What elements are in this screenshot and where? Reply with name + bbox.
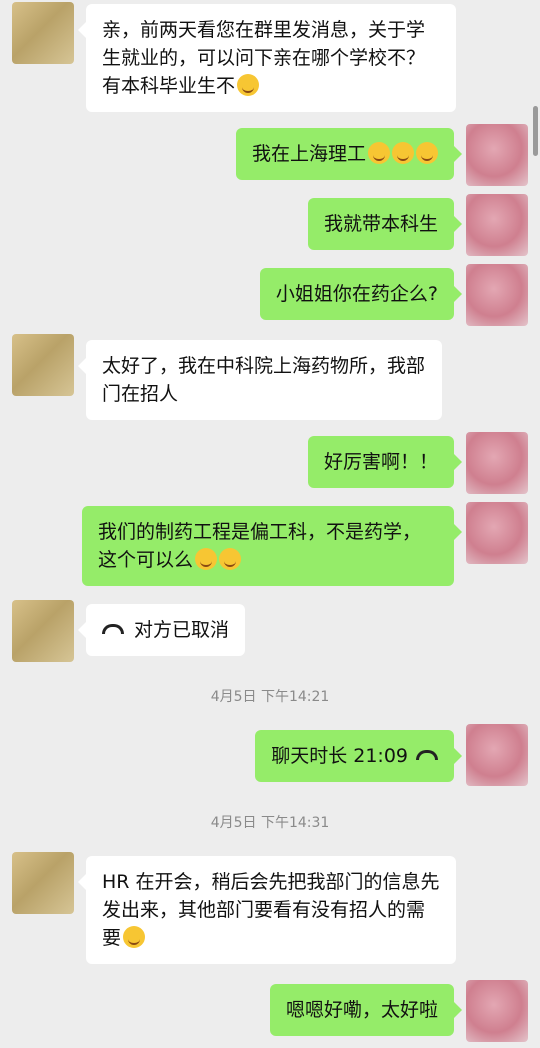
contact-avatar[interactable]	[12, 600, 74, 662]
smile-emoji-icon	[237, 74, 260, 96]
message-text: 聊天时长 21:09	[271, 745, 408, 767]
user-avatar[interactable]	[466, 502, 528, 564]
message-bubble[interactable]: 好厉害啊！！	[307, 436, 463, 488]
message-text: 太好了，我在中科院上海药物所，我部门在招人	[102, 355, 426, 405]
smile-emoji-icon	[123, 926, 146, 948]
call-bubble[interactable]: 聊天时长 21:09	[255, 730, 462, 782]
laugh-cry-emoji-icon	[195, 548, 218, 570]
thinking-emoji-icon	[392, 142, 414, 164]
thinking-emoji-icon	[416, 142, 438, 164]
phone-hangup-icon	[102, 624, 124, 634]
timestamp: 4月5日 下午14:31	[210, 815, 330, 831]
message-bubble[interactable]: 嗯嗯好嘞，太好啦	[269, 984, 463, 1036]
chat-window: 亲，前两天看您在群里发消息，关于学生就业的，可以问下亲在哪个学校不？有本科毕业生…	[0, 0, 540, 1048]
message-text: 对方已取消	[134, 619, 230, 641]
message-text: HR 在开会，稍后会先把我部门的信息先发出来，其他部门要看有没有招人的需要	[102, 871, 440, 949]
message-bubble[interactable]: 我在上海理工	[235, 128, 463, 180]
scrollbar[interactable]	[533, 106, 538, 156]
user-avatar[interactable]	[466, 432, 528, 494]
thinking-emoji-icon	[368, 142, 390, 164]
user-avatar[interactable]	[466, 264, 528, 326]
user-avatar[interactable]	[466, 124, 528, 186]
user-avatar[interactable]	[466, 194, 528, 256]
contact-avatar[interactable]	[12, 334, 74, 396]
message-bubble[interactable]: 我们的制药工程是偏工科，不是药学，这个可以么	[82, 506, 462, 586]
contact-avatar[interactable]	[12, 852, 74, 914]
message-bubble[interactable]: 我就带本科生	[307, 198, 463, 250]
message-bubble[interactable]: 小姐姐你在药企么?	[259, 268, 463, 320]
contact-avatar[interactable]	[12, 2, 74, 64]
message-text: 小姐姐你在药企么?	[275, 283, 438, 305]
message-text: 亲，前两天看您在群里发消息，关于学生就业的，可以问下亲在哪个学校不？有本科毕业生…	[102, 19, 426, 97]
message-text: 好厉害啊！！	[323, 451, 438, 473]
user-avatar[interactable]	[466, 980, 528, 1042]
laugh-cry-emoji-icon	[219, 548, 242, 570]
user-avatar[interactable]	[466, 724, 528, 786]
message-bubble[interactable]: HR 在开会，稍后会先把我部门的信息先发出来，其他部门要看有没有招人的需要	[78, 856, 456, 964]
phone-hangup-icon	[416, 750, 438, 760]
message-text: 嗯嗯好嘞，太好啦	[285, 999, 438, 1021]
message-text: 我在上海理工	[251, 143, 366, 165]
message-text: 我们的制药工程是偏工科，不是药学，这个可以么	[98, 521, 422, 571]
message-text: 我就带本科生	[323, 213, 438, 235]
call-bubble[interactable]: 对方已取消	[77, 604, 246, 656]
timestamp: 4月5日 下午14:21	[210, 689, 330, 705]
message-bubble[interactable]: 亲，前两天看您在群里发消息，关于学生就业的，可以问下亲在哪个学校不？有本科毕业生…	[78, 4, 456, 112]
message-bubble[interactable]: 太好了，我在中科院上海药物所，我部门在招人	[78, 340, 442, 420]
